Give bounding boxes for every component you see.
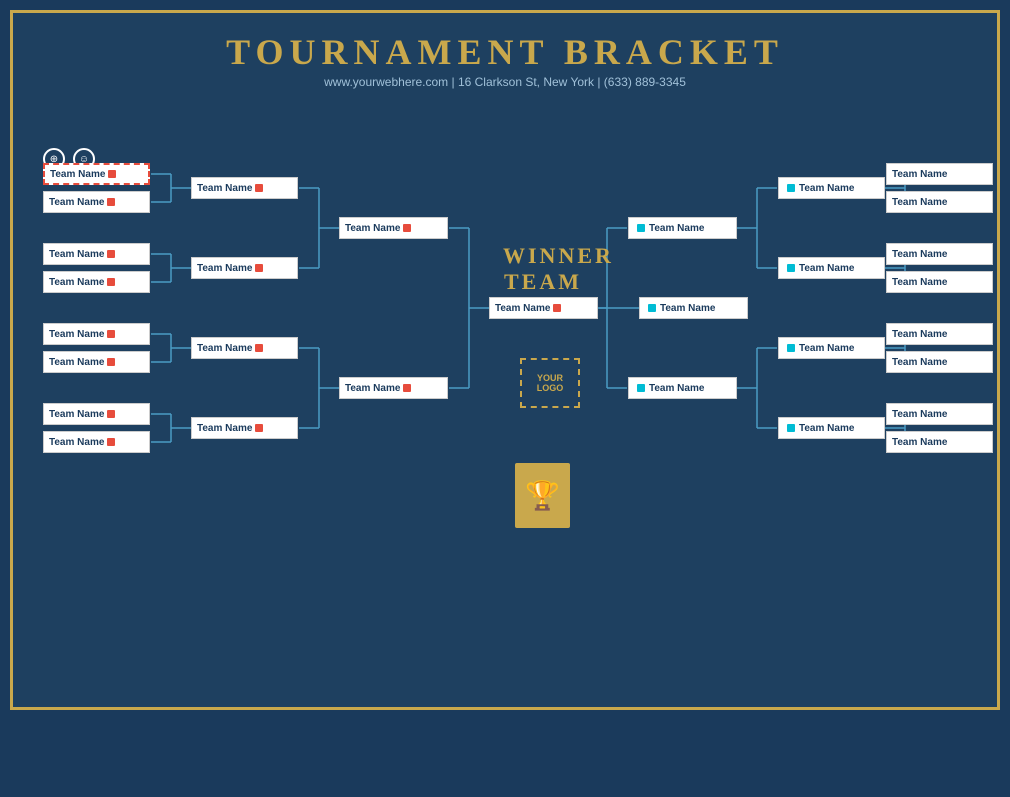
- dot-red: [255, 424, 263, 432]
- dot-cyan: [637, 384, 645, 392]
- left-r1-team-3[interactable]: Team Name: [43, 243, 150, 265]
- dot-red: [107, 198, 115, 206]
- trophy: 🏆: [515, 463, 570, 528]
- right-r1-team-5[interactable]: Team Name: [886, 323, 993, 345]
- left-r1-team-2[interactable]: Team Name: [43, 191, 150, 213]
- right-r2-team-2[interactable]: Team Name: [778, 257, 885, 279]
- trophy-icon: 🏆: [525, 479, 560, 512]
- dot-red: [107, 330, 115, 338]
- dot-cyan: [787, 344, 795, 352]
- bracket-container: TOURNAMENT BRACKET www.yourwebhere.com |…: [10, 10, 1000, 710]
- dot-red: [403, 224, 411, 232]
- right-r1-team-4[interactable]: Team Name: [886, 271, 993, 293]
- left-r2-team-1[interactable]: Team Name: [191, 177, 298, 199]
- page-title: TOURNAMENT BRACKET: [23, 31, 987, 73]
- logo-placeholder: YOUR LOGO: [520, 358, 580, 408]
- dot-red: [107, 358, 115, 366]
- right-r2-team-1[interactable]: Team Name: [778, 177, 885, 199]
- dot-cyan: [787, 264, 795, 272]
- dot-red: [255, 184, 263, 192]
- left-r1-team-6[interactable]: Team Name: [43, 351, 150, 373]
- left-r2-team-2[interactable]: Team Name: [191, 257, 298, 279]
- dot-red: [403, 384, 411, 392]
- winner-area: WINNER TEAM: [503, 243, 583, 306]
- winner-text: WINNER TEAM: [503, 243, 583, 296]
- left-r1-team-1[interactable]: Team Name: [43, 163, 150, 185]
- right-r3-team-2[interactable]: Team Name: [628, 377, 737, 399]
- dot-red: [107, 438, 115, 446]
- right-r1-team-7[interactable]: Team Name: [886, 403, 993, 425]
- right-r1-team-2[interactable]: Team Name: [886, 191, 993, 213]
- dot-red: [107, 410, 115, 418]
- dot-red: [255, 264, 263, 272]
- dot-cyan: [787, 184, 795, 192]
- right-r1-team-8[interactable]: Team Name: [886, 431, 993, 453]
- header: TOURNAMENT BRACKET www.yourwebhere.com |…: [23, 23, 987, 89]
- right-r2-team-4[interactable]: Team Name: [778, 417, 885, 439]
- right-r1-team-1[interactable]: Team Name: [886, 163, 993, 185]
- dot-cyan: [637, 224, 645, 232]
- dot-red: [108, 170, 116, 178]
- left-r1-team-8[interactable]: Team Name: [43, 431, 150, 453]
- left-r1-team-5[interactable]: Team Name: [43, 323, 150, 345]
- subtitle: www.yourwebhere.com | 16 Clarkson St, Ne…: [23, 75, 987, 89]
- left-r1-team-4[interactable]: Team Name: [43, 271, 150, 293]
- dot-cyan: [648, 304, 656, 312]
- right-r1-team-3[interactable]: Team Name: [886, 243, 993, 265]
- right-r3-team-1[interactable]: Team Name: [628, 217, 737, 239]
- left-r1-team-7[interactable]: Team Name: [43, 403, 150, 425]
- dot-red: [107, 278, 115, 286]
- right-r1-team-6[interactable]: Team Name: [886, 351, 993, 373]
- bracket-area: Team Name Team Name Team Name Team Name …: [43, 103, 1010, 797]
- left-r3-team-1[interactable]: Team Name: [339, 217, 448, 239]
- dot-red: [107, 250, 115, 258]
- left-r2-team-3[interactable]: Team Name: [191, 337, 298, 359]
- bracket-lines: [43, 103, 1010, 797]
- right-r2-team-3[interactable]: Team Name: [778, 337, 885, 359]
- left-r2-team-4[interactable]: Team Name: [191, 417, 298, 439]
- right-r4-team-1[interactable]: Team Name: [639, 297, 748, 319]
- dot-red: [255, 344, 263, 352]
- left-r3-team-2[interactable]: Team Name: [339, 377, 448, 399]
- dot-cyan: [787, 424, 795, 432]
